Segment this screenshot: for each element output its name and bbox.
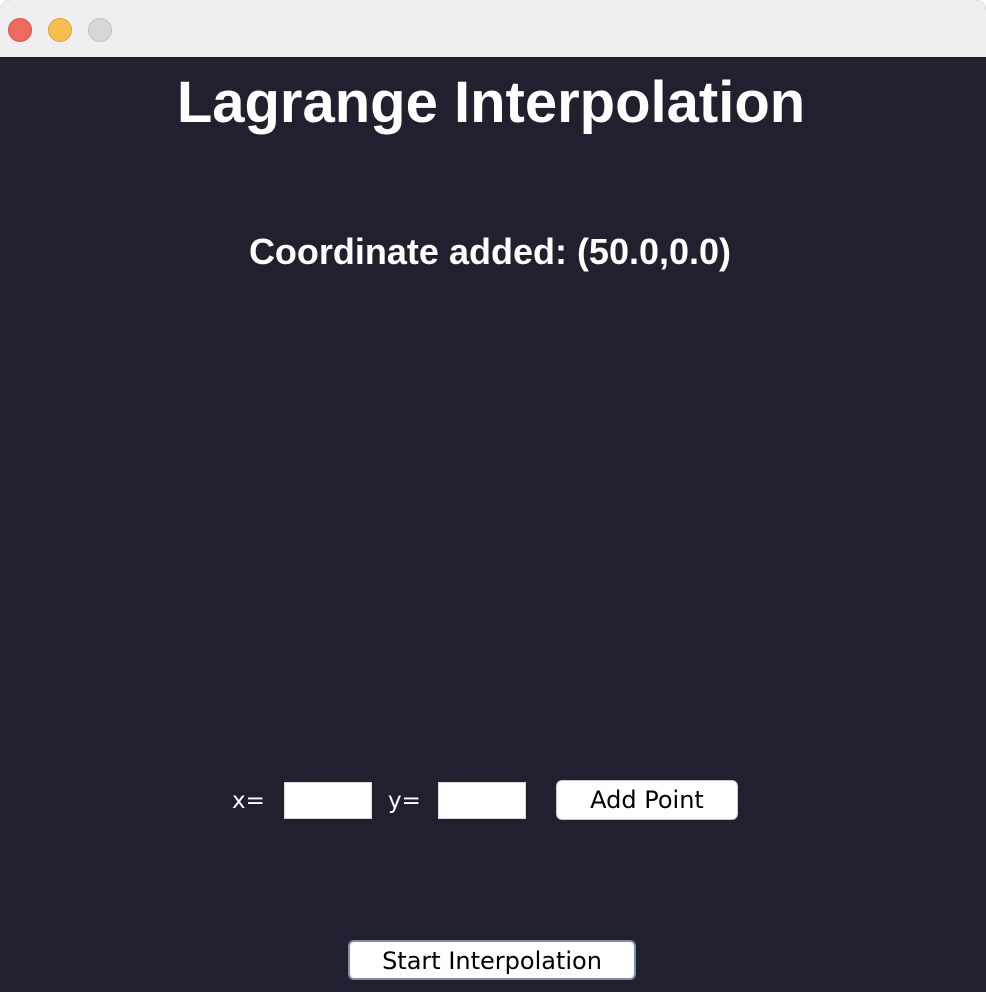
title-bar: [0, 0, 986, 58]
start-interpolation-button[interactable]: Start Interpolation: [348, 940, 636, 980]
y-label: y=: [388, 788, 421, 814]
zoom-window-button[interactable]: [88, 18, 112, 42]
app-window: Lagrange Interpolation Coordinate added:…: [0, 0, 986, 992]
x-label: x=: [232, 788, 265, 814]
page-title: Lagrange Interpolation: [176, 70, 806, 135]
x-input[interactable]: [284, 782, 372, 819]
main-panel: Lagrange Interpolation Coordinate added:…: [0, 58, 986, 992]
close-window-button[interactable]: [8, 18, 32, 42]
y-input[interactable]: [438, 782, 526, 819]
minimize-window-button[interactable]: [48, 18, 72, 42]
status-message: Coordinate added: (50.0,0.0): [248, 231, 732, 272]
add-point-button[interactable]: Add Point: [556, 780, 738, 820]
